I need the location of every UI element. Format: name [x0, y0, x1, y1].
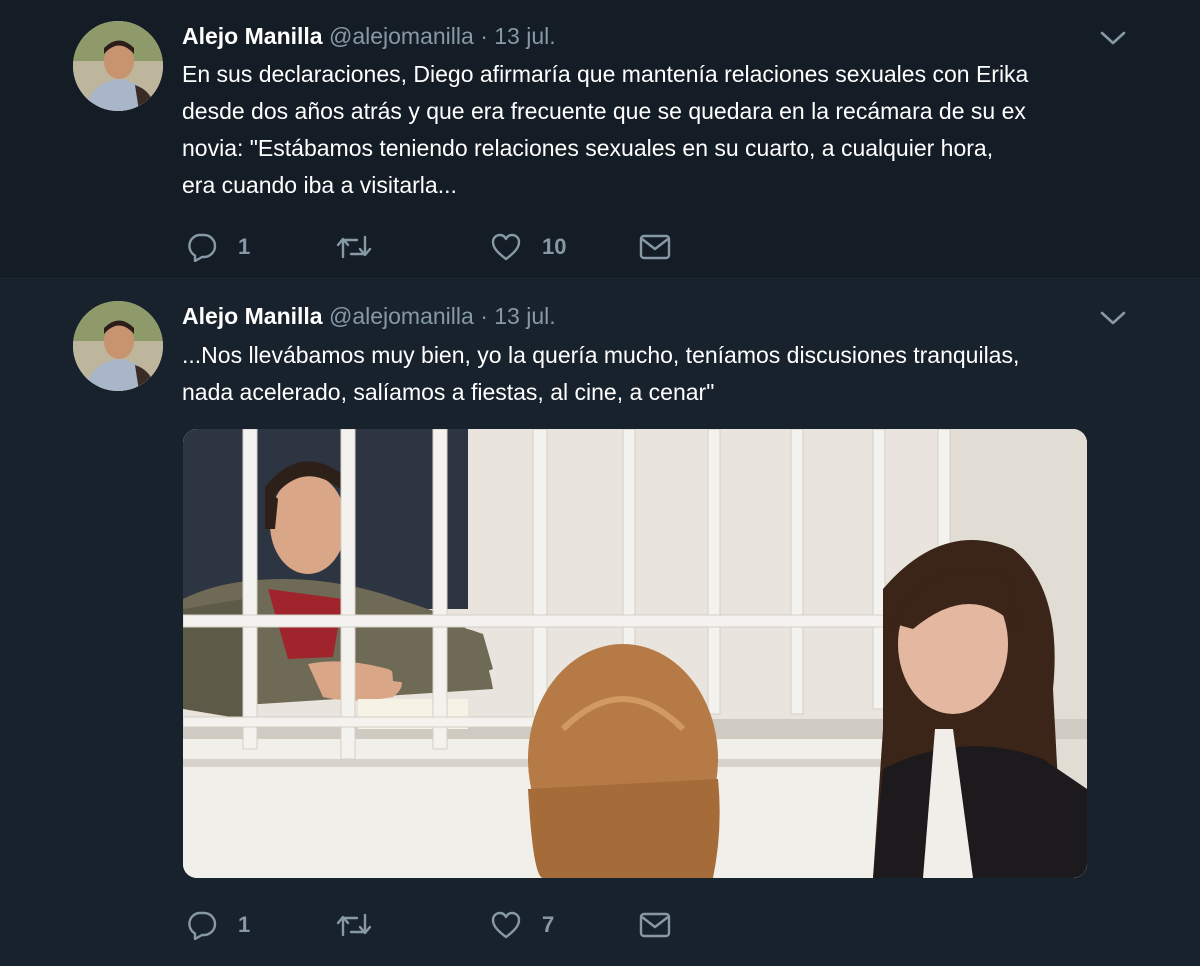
tweet-photo[interactable] — [183, 429, 1087, 878]
reply-button[interactable]: 1 — [186, 232, 250, 262]
author-handle[interactable]: @alejomanilla — [329, 23, 474, 49]
reply-icon — [188, 233, 217, 262]
retweet-icon — [336, 235, 372, 259]
chevron-down-icon[interactable] — [1098, 308, 1128, 332]
tweet-header: Alejo Manilla @alejomanilla · 13 jul. — [182, 302, 556, 330]
tweet-text-line: desde dos años atrás y que era frecuente… — [182, 98, 1026, 124]
author-name[interactable]: Alejo Manilla — [182, 303, 323, 329]
author-name[interactable]: Alejo Manilla — [182, 23, 323, 49]
reply-icon — [188, 911, 217, 940]
like-icon — [491, 233, 521, 261]
reply-button[interactable]: 1 — [186, 910, 250, 940]
tweet-text-line: nada acelerado, salíamos a fiestas, al c… — [182, 379, 715, 405]
tweet-text-line: En sus declaraciones, Diego afirmaría qu… — [182, 61, 1029, 87]
like-button[interactable]: 10 — [490, 232, 566, 262]
retweet-icon — [336, 913, 372, 937]
tweet-text: ...Nos llevábamos muy bien, yo la quería… — [182, 337, 1142, 411]
tweet-text-line: era cuando iba a visitarla... — [182, 172, 457, 198]
tweet-text-line: novia: "Estábamos teniendo relaciones se… — [182, 135, 994, 161]
direct-message-button[interactable] — [638, 910, 672, 940]
tweet[interactable]: Alejo Manilla @alejomanilla · 13 jul. En… — [0, 0, 1200, 278]
like-count: 7 — [542, 912, 555, 937]
reply-count: 1 — [238, 912, 251, 937]
reply-count: 1 — [238, 234, 251, 259]
tweet-header: Alejo Manilla @alejomanilla · 13 jul. — [182, 22, 556, 50]
tweet-text: En sus declaraciones, Diego afirmaría qu… — [182, 56, 1142, 204]
tweet-date[interactable]: 13 jul. — [494, 303, 555, 329]
message-icon — [639, 912, 671, 938]
tweet-date[interactable]: 13 jul. — [494, 23, 555, 49]
tweet-thread: Alejo Manilla @alejomanilla · 13 jul. En… — [0, 0, 1200, 966]
tweet[interactable]: Alejo Manilla @alejomanilla · 13 jul. ..… — [0, 279, 1200, 966]
tweet-text-line: ...Nos llevábamos muy bien, yo la quería… — [182, 342, 1020, 368]
like-icon — [491, 911, 521, 939]
chevron-down-icon[interactable] — [1098, 28, 1128, 52]
author-handle[interactable]: @alejomanilla — [329, 303, 474, 329]
separator: · — [480, 303, 488, 329]
avatar[interactable] — [73, 21, 163, 111]
retweet-button[interactable] — [335, 910, 393, 940]
like-count: 10 — [542, 234, 567, 259]
direct-message-button[interactable] — [638, 232, 672, 262]
like-button[interactable]: 7 — [490, 910, 554, 940]
message-icon — [639, 234, 671, 260]
avatar[interactable] — [73, 301, 163, 391]
retweet-button[interactable] — [335, 232, 393, 262]
separator: · — [480, 23, 488, 49]
